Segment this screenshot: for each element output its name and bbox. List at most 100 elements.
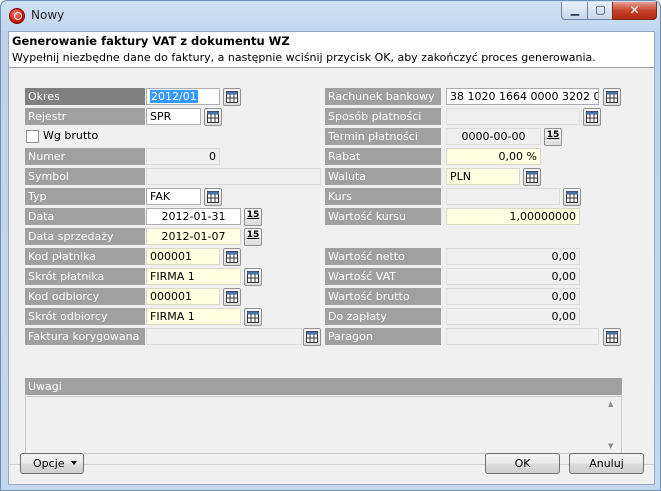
rachunek-picker-button[interactable] — [603, 88, 621, 106]
wg-brutto-label[interactable]: Wg brutto — [43, 129, 98, 142]
skrot-odbiorcy-field[interactable]: FIRMA 1 — [146, 308, 241, 325]
skrot-odbiorcy-label: Skrót odbiorcy — [25, 308, 145, 325]
data-sprzedazy-calendar-button[interactable]: 15 — [244, 228, 262, 246]
kod-odbiorcy-label: Kod odbiorcy — [25, 288, 145, 305]
grid-icon — [226, 291, 238, 303]
sposob-platnosci-picker-button[interactable] — [583, 108, 601, 126]
wg-brutto-checkbox[interactable] — [26, 130, 39, 143]
ok-button[interactable]: OK — [485, 453, 560, 474]
app-logo-icon — [9, 8, 25, 24]
minimize-button[interactable]: ▁ — [561, 2, 589, 20]
kod-odbiorcy-field[interactable]: 000001 — [146, 288, 220, 305]
maximize-button[interactable]: ▢ — [587, 2, 614, 20]
rabat-field[interactable]: 0,00 % — [446, 148, 541, 165]
waluta-picker-button[interactable] — [523, 168, 541, 186]
kurs-field[interactable] — [446, 188, 560, 205]
symbol-label: Symbol — [25, 168, 145, 185]
numer-label: Numer — [25, 148, 145, 165]
data-calendar-button[interactable]: 15 — [244, 208, 262, 226]
skrot-platnika-label: Skrót płatnika — [25, 268, 145, 285]
kod-platnika-field[interactable]: 000001 — [146, 248, 220, 265]
termin-platnosci-label: Termin płatności — [325, 128, 441, 145]
page-title: Generowanie faktury VAT z dokumentu WZ — [12, 34, 290, 48]
dialog-window: Nowy ▁ ▢ ✕ Generowanie faktury VAT z dok… — [0, 0, 661, 491]
close-button[interactable]: ✕ — [612, 2, 657, 20]
wartosc-brutto-field: 0,00 — [446, 288, 580, 305]
wartosc-kursu-label: Wartość kursu — [325, 208, 441, 225]
faktura-korygowana-field[interactable] — [146, 328, 302, 345]
maximize-icon: ▢ — [595, 3, 606, 16]
grid-icon — [526, 171, 538, 183]
skrot-platnika-picker-button[interactable] — [244, 268, 262, 286]
options-label: Opcje — [33, 457, 65, 470]
do-zaplaty-label: Do zapłaty — [325, 308, 441, 325]
sposob-platnosci-label: Sposób płatności — [325, 108, 441, 125]
grid-icon — [247, 271, 259, 283]
typ-field[interactable]: FAK — [146, 188, 201, 205]
scroll-up-icon[interactable]: ▲ — [608, 400, 613, 408]
scroll-down-icon[interactable]: ▼ — [608, 442, 613, 450]
data-sprzedazy-label: Data sprzedaży — [25, 228, 145, 245]
calendar-icon: 15 — [546, 130, 560, 140]
waluta-field[interactable]: PLN — [446, 168, 520, 185]
okres-value: 2012/01 — [150, 90, 198, 103]
options-button[interactable]: Opcje — [20, 453, 84, 474]
dialog-body: Generowanie faktury VAT z dokumentu WZ W… — [8, 31, 655, 485]
paragon-field[interactable] — [446, 328, 599, 345]
rejestr-picker-button[interactable] — [204, 108, 222, 126]
page-description: Wypełnij niezbędne dane do faktury, a na… — [12, 51, 596, 64]
symbol-field[interactable] — [146, 168, 321, 185]
uwagi-textarea[interactable]: ▲ ▼ — [25, 396, 622, 454]
wartosc-brutto-label: Wartość brutto — [325, 288, 441, 305]
minimize-icon: ▁ — [570, 3, 580, 16]
numer-field: 0 — [146, 148, 220, 165]
faktura-korygowana-label: Faktura korygowana — [25, 328, 145, 345]
wartosc-vat-label: Wartość VAT — [325, 268, 441, 285]
sposob-platnosci-field[interactable] — [446, 108, 580, 125]
typ-label: Typ — [25, 188, 145, 205]
chevron-down-icon — [71, 461, 77, 465]
rejestr-field[interactable]: SPR — [146, 108, 201, 125]
grid-icon — [247, 311, 259, 323]
rachunek-field[interactable]: 38 1020 1664 0000 3202 0128 — [446, 88, 599, 105]
termin-platnosci-field[interactable]: 0000-00-00 — [446, 128, 541, 145]
calendar-icon: 15 — [246, 230, 260, 240]
uwagi-scrollbar[interactable]: ▲ ▼ — [605, 398, 620, 452]
wartosc-netto-label: Wartość netto — [325, 248, 441, 265]
grid-icon — [207, 111, 219, 123]
okres-field[interactable]: 2012/01 — [146, 88, 220, 105]
wartosc-vat-field: 0,00 — [446, 268, 580, 285]
grid-icon — [586, 111, 598, 123]
waluta-label: Waluta — [325, 168, 441, 185]
title-bar[interactable]: Nowy ▁ ▢ ✕ — [1, 1, 660, 31]
kod-odbiorcy-picker-button[interactable] — [223, 288, 241, 306]
rabat-label: Rabat — [325, 148, 441, 165]
uwagi-label: Uwagi — [25, 378, 622, 395]
okres-picker-button[interactable] — [223, 88, 241, 106]
kurs-picker-button[interactable] — [563, 188, 581, 206]
grid-icon — [226, 91, 238, 103]
kurs-label: Kurs — [325, 188, 441, 205]
data-field[interactable]: 2012-01-31 — [146, 208, 241, 225]
window-title: Nowy — [31, 8, 65, 22]
paragon-label: Paragon — [325, 328, 441, 345]
cancel-button[interactable]: Anuluj — [569, 453, 644, 474]
typ-picker-button[interactable] — [204, 188, 222, 206]
grid-icon — [207, 191, 219, 203]
faktura-korygowana-picker-button[interactable] — [303, 328, 321, 346]
grid-icon — [306, 331, 318, 343]
skrot-platnika-field[interactable]: FIRMA 1 — [146, 268, 241, 285]
grid-icon — [606, 91, 618, 103]
skrot-odbiorcy-picker-button[interactable] — [244, 308, 262, 326]
paragon-picker-button[interactable] — [603, 328, 621, 346]
kod-platnika-label: Kod płatnika — [25, 248, 145, 265]
wartosc-netto-field: 0,00 — [446, 248, 580, 265]
data-label: Data — [25, 208, 145, 225]
data-sprzedazy-field[interactable]: 2012-01-07 — [146, 228, 241, 245]
termin-calendar-button[interactable]: 15 — [544, 128, 562, 146]
kod-platnika-picker-button[interactable] — [223, 248, 241, 266]
grid-icon — [226, 251, 238, 263]
okres-label: Okres — [25, 88, 145, 105]
grid-icon — [606, 331, 618, 343]
wartosc-kursu-field[interactable]: 1,00000000 — [446, 208, 580, 225]
